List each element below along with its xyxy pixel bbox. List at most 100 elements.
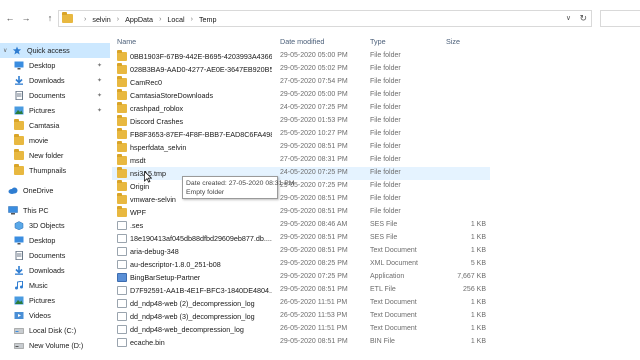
file-type: File folder <box>370 117 401 124</box>
folder-icon <box>14 119 24 130</box>
file-name: D7F92591-AA1B-4E1F-BFC3-1840DE4804... <box>130 286 272 295</box>
sidebar-item-label: Quick access <box>27 46 70 55</box>
sidebar-item-movie[interactable]: movie <box>0 133 110 148</box>
file-date-modified: 29-05-2020 08:51 PM <box>280 195 348 202</box>
file-row[interactable]: BingBarSetup-Partner 29-05-2020 07:25 PM A… <box>112 271 490 284</box>
sidebar-item-documents[interactable]: Documents ✦ <box>0 88 110 103</box>
folder-icon <box>117 102 127 113</box>
file-row[interactable]: dd_ndp48-web (2)_decompression_log 26-05-… <box>112 297 490 310</box>
sidebar-item-quick-access[interactable]: ∨ Quick access <box>0 43 110 58</box>
breadcrumb-separator[interactable]: › <box>159 16 161 23</box>
breadcrumb-separator[interactable]: › <box>191 16 193 23</box>
folder-row[interactable]: 028B3BA9-AAD0-4277-AE0E-3647EB920B54 29-0… <box>112 63 490 76</box>
file-name: Discord Crashes <box>130 117 184 126</box>
sidebar-item-label: movie <box>29 136 49 145</box>
folder-row[interactable]: CamRec0 27-05-2020 07:54 PM File folder <box>112 76 490 89</box>
folder-icon <box>117 141 127 152</box>
sidebar-item-camtasia[interactable]: Camtasia <box>0 118 110 133</box>
column-header-name[interactable]: Name <box>117 37 136 49</box>
refresh-icon[interactable]: ↻ <box>579 13 587 24</box>
file-row[interactable]: D7F92591-AA1B-4E1F-BFC3-1840DE4804... 29-… <box>112 284 490 297</box>
folder-row[interactable]: CamtasiaStoreDownloads 29-05-2020 05:00 P… <box>112 89 490 102</box>
folder-row[interactable]: msdt 27-05-2020 08:31 PM File folder <box>112 154 490 167</box>
sidebar-item-local-disk[interactable]: Local Disk (C:) <box>0 323 110 338</box>
folder-row[interactable]: WPF 29-05-2020 08:51 PM File folder <box>112 206 490 219</box>
sidebar-item-onedrive[interactable]: OneDrive <box>0 183 110 198</box>
folder-icon <box>117 167 127 178</box>
column-header-size[interactable]: Size <box>446 37 460 49</box>
file-type: File folder <box>370 104 401 111</box>
sidebar-item-this-pc[interactable]: This PC <box>0 203 110 218</box>
file-date-modified: 29-05-2020 08:51 PM <box>280 234 348 241</box>
sidebar-item-videos[interactable]: Videos <box>0 308 110 323</box>
sidebar-item-music[interactable]: Music <box>0 278 110 293</box>
sidebar-item-new-volume[interactable]: New Volume (D:) <box>0 338 110 353</box>
breadcrumb-item[interactable]: selvin <box>92 15 110 24</box>
navigation-pane: ∨ Quick access Desktop ✦ Downloads ✦ Doc… <box>0 40 110 360</box>
sidebar-item-label: Desktop <box>29 61 56 70</box>
breadcrumb-item[interactable]: Temp <box>199 15 217 24</box>
file-icon <box>117 234 127 243</box>
sidebar-item-label: New Volume (D:) <box>29 341 84 350</box>
folder-icon <box>117 206 127 217</box>
file-size: 256 KB <box>463 286 486 293</box>
folder-row[interactable]: hsperfdata_selvin 29-05-2020 08:51 PM File… <box>112 141 490 154</box>
folder-row[interactable]: vmware-selvin 29-05-2020 08:51 PM File fol… <box>112 193 490 206</box>
file-name: ecache.bin <box>130 338 165 347</box>
star-icon <box>12 46 22 55</box>
file-date-modified: 29-05-2020 08:51 PM <box>280 143 348 150</box>
application-icon <box>117 273 127 282</box>
folder-row[interactable]: crashpad_roblox 24-05-2020 07:25 PM File f… <box>112 102 490 115</box>
file-row[interactable]: au-descriptor-1.8.0_251-b08 29-05-2020 08… <box>112 258 490 271</box>
download-icon <box>15 266 23 275</box>
file-size: 1 KB <box>470 247 486 254</box>
desktop-icon <box>14 236 24 245</box>
column-header-type[interactable]: Type <box>370 37 386 49</box>
folder-row[interactable]: Origin 29-05-2020 07:25 PM File folder <box>112 180 490 193</box>
folder-row[interactable]: 0BB1903F-67B9-442E-B695-4203993A4366 29-0… <box>112 50 490 63</box>
sidebar-item-documents-pc[interactable]: Documents <box>0 248 110 263</box>
sidebar-item-desktop-pc[interactable]: Desktop <box>0 233 110 248</box>
address-bar[interactable]: › selvin › AppData › Local › Temp ∨ ↻ <box>58 10 592 27</box>
file-row[interactable]: aria-debug-348 29-05-2020 08:51 PM Text Do… <box>112 245 490 258</box>
file-type: File folder <box>370 195 401 202</box>
pictures-icon <box>14 106 24 115</box>
forward-arrow-icon[interactable]: → <box>20 12 32 24</box>
column-header-date[interactable]: Date modified <box>280 37 324 49</box>
folder-row[interactable]: FB8F3653-87EF-4F8F-BBB7-EAD8C6FA4986 25-0… <box>112 128 490 141</box>
sidebar-item-new-folder[interactable]: New folder <box>0 148 110 163</box>
sidebar-item-thumpnails[interactable]: Thumpnails <box>0 163 110 178</box>
sidebar-item-3d-objects[interactable]: 3D Objects <box>0 218 110 233</box>
pin-icon: ✦ <box>96 93 102 99</box>
back-arrow-icon[interactable]: ← <box>4 12 16 24</box>
file-row[interactable]: .ses 29-05-2020 08:46 AM SES File 1 KB <box>112 219 490 232</box>
folder-icon <box>117 76 127 87</box>
chevron-down-icon[interactable]: ∨ <box>566 14 571 22</box>
breadcrumb-separator: › <box>84 16 87 23</box>
file-date-modified: 29-05-2020 05:00 PM <box>280 91 348 98</box>
breadcrumb-separator[interactable]: › <box>117 16 119 23</box>
folder-row[interactable]: Discord Crashes 29-05-2020 01:53 PM File f… <box>112 115 490 128</box>
sidebar-item-pictures-pc[interactable]: Pictures <box>0 293 110 308</box>
folder-row[interactable]: nsi3A5.tmp 24-05-2020 07:25 PM File folder <box>112 167 490 180</box>
documents-icon <box>15 91 23 100</box>
sidebar-item-downloads-pc[interactable]: Downloads <box>0 263 110 278</box>
chevron-down-icon[interactable]: ∨ <box>3 47 7 54</box>
cube-icon <box>14 221 24 230</box>
sidebar-item-label: Desktop <box>29 236 56 245</box>
file-row[interactable]: ecache.bin 29-05-2020 08:51 PM BIN File 1 K… <box>112 336 490 349</box>
sidebar-item-desktop[interactable]: Desktop ✦ <box>0 58 110 73</box>
file-row[interactable]: dd_ndp48-web_decompression_log 26-05-2020… <box>112 323 490 336</box>
file-name: dd_ndp48-web_decompression_log <box>130 325 244 334</box>
search-input[interactable] <box>600 10 640 27</box>
file-name: 0BB1903F-67B9-442E-B695-4203993A4366 <box>130 52 272 61</box>
sidebar-item-label: Local Disk (C:) <box>29 326 77 335</box>
up-arrow-icon[interactable]: ↑ <box>44 12 56 24</box>
breadcrumb-item[interactable]: Local <box>167 15 184 24</box>
sidebar-item-label: Camtasia <box>29 121 60 130</box>
sidebar-item-downloads[interactable]: Downloads ✦ <box>0 73 110 88</box>
file-row[interactable]: dd_ndp48-web (3)_decompression_log 26-05-… <box>112 310 490 323</box>
breadcrumb-item[interactable]: AppData <box>125 15 153 24</box>
sidebar-item-pictures[interactable]: Pictures ✦ <box>0 103 110 118</box>
file-row[interactable]: 18e190413af045db88dfbd29609eb877.db.... 2… <box>112 232 490 245</box>
